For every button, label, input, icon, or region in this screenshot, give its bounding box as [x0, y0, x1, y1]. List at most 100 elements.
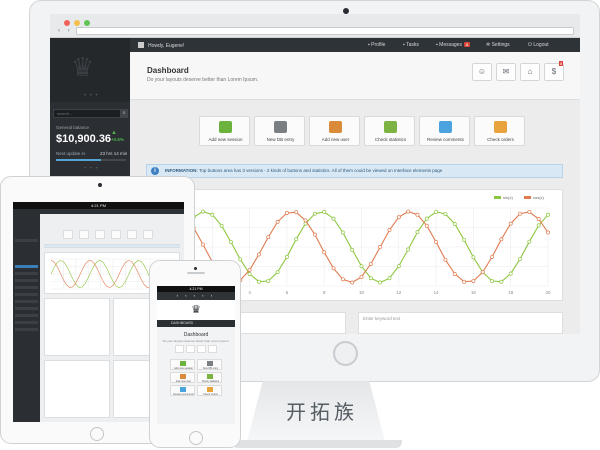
topbar-logout-label: Logout: [533, 42, 549, 48]
check-orders-label: Check orders: [487, 137, 514, 142]
ipad-nav-item[interactable]: [15, 279, 38, 282]
data-point: [256, 252, 261, 257]
add-session-button[interactable]: Add new session: [199, 116, 250, 146]
x-tick-label: 12: [396, 290, 402, 295]
data-point: [396, 264, 401, 269]
new-db-entry-label: New DB entry: [266, 137, 295, 142]
ipad-nav-item[interactable]: [15, 328, 38, 331]
data-point: [228, 240, 233, 244]
ipad-quick-button[interactable]: [111, 230, 121, 239]
users-icon[interactable]: ☺: [472, 63, 492, 81]
ipad-quick-button[interactable]: [95, 230, 105, 239]
ipad-balance-block: [15, 239, 38, 242]
address-bar[interactable]: [76, 27, 574, 35]
check-statistics-button[interactable]: Check statistics: [364, 116, 415, 146]
users-icon[interactable]: [175, 345, 184, 353]
iphone-add-user-button[interactable]: Add new user: [170, 372, 195, 383]
ipad-nav-item[interactable]: [15, 286, 38, 289]
bank-icon[interactable]: [197, 345, 206, 353]
data-point: [406, 209, 411, 214]
data-point: [266, 279, 271, 283]
ipad-nav-item[interactable]: [15, 300, 38, 303]
new-db-entry-button[interactable]: New DB entry: [254, 116, 305, 146]
iphone-review-comments-button[interactable]: Review comments: [170, 385, 195, 396]
ipad-nav-item[interactable]: [15, 314, 38, 317]
data-point: [238, 257, 243, 262]
bar-chart-icon: [207, 374, 213, 379]
topbar-logout[interactable]: ⏻ Logout: [528, 42, 549, 48]
close-window-icon[interactable]: [64, 20, 70, 26]
back-forward-icon[interactable]: ‹ ›: [58, 28, 73, 34]
data-point: [303, 218, 308, 223]
data-point: [387, 228, 392, 232]
data-point: [434, 209, 439, 214]
iphone-add-session-button[interactable]: Add new session: [170, 359, 195, 370]
topbar-settings[interactable]: ✲ Settings: [486, 42, 510, 48]
iphone-check-statistics-button[interactable]: Check statistics: [197, 372, 222, 383]
ipad-nav-item[interactable]: [15, 265, 38, 268]
data-point: [518, 211, 522, 216]
chat-icon[interactable]: ✉: [496, 63, 516, 81]
keyword-input[interactable]: Enter keyword text: [363, 316, 400, 321]
data-point: [536, 217, 541, 221]
iphone-menu-toggle[interactable]: DASHBOARD: [157, 320, 235, 327]
next-update-label: Next update in: [56, 151, 86, 156]
crown-logo-icon: ♛: [71, 52, 95, 82]
iphone-page-subtitle: Do your layouts deserve better than Lore…: [162, 339, 230, 343]
data-point: [443, 212, 448, 216]
sidebar-search-input[interactable]: search...: [53, 109, 127, 118]
maximize-window-icon[interactable]: [84, 20, 90, 26]
ipad-quick-button[interactable]: [63, 230, 73, 239]
ipad-quick-button[interactable]: [143, 230, 153, 239]
user-greeting[interactable]: Howdy, Eugene!: [138, 42, 184, 49]
ipad-sidebar: [13, 209, 40, 422]
iphone-check-orders-button[interactable]: Check orders: [197, 385, 222, 396]
data-point: [247, 268, 252, 272]
data-point: [340, 277, 345, 282]
data-point: [219, 223, 224, 228]
data-point: [256, 279, 261, 284]
notification-badge: 8: [559, 61, 564, 66]
data-point: [518, 257, 522, 262]
chat-icon[interactable]: [186, 345, 195, 353]
data-point: [396, 215, 401, 220]
dots-divider: • • •: [84, 166, 99, 172]
add-user-button[interactable]: Add new user: [309, 116, 360, 146]
data-point: [424, 223, 429, 228]
x-tick-label: 16: [471, 290, 477, 295]
ipad-quick-button[interactable]: [79, 230, 89, 239]
user-greeting-text: Howdy, Eugene!: [148, 43, 185, 49]
search-icon[interactable]: ⌕: [120, 109, 128, 118]
data-point: [471, 279, 476, 283]
avatar: [138, 42, 144, 48]
iphone-logo: ♛: [157, 300, 235, 320]
topbar-messages[interactable]: ▪ Messages 8: [436, 42, 471, 48]
comment-icon: [180, 387, 186, 392]
camera-icon: [194, 267, 197, 270]
data-point: [322, 209, 327, 214]
data-point: [378, 280, 383, 285]
camera-icon: [98, 183, 102, 187]
ipad-nav-item[interactable]: [15, 321, 38, 324]
top-bar: Howdy, Eugene! ▪ Profile ▪ Tasks ▪ Messa…: [130, 38, 580, 52]
bank-icon[interactable]: ⌂: [520, 63, 540, 81]
topbar-profile[interactable]: ▪ Profile: [368, 42, 385, 48]
x-tick-label: 18: [508, 290, 514, 295]
money-icon[interactable]: [208, 345, 217, 353]
plus-icon: [180, 361, 186, 366]
review-comments-button[interactable]: Review comments: [419, 116, 470, 146]
ipad-quick-button[interactable]: [127, 230, 137, 239]
balance-label: General balance: [56, 125, 90, 130]
user-add-icon: [180, 374, 186, 379]
check-orders-button[interactable]: Check orders: [474, 116, 525, 146]
data-point: [322, 250, 327, 255]
iphone-check-statistics-label: Check statistics: [201, 380, 220, 383]
messages-badge: 8: [463, 42, 471, 47]
ipad-nav-item[interactable]: [15, 272, 38, 275]
info-alert-strong: INFORMATION:: [165, 168, 198, 173]
minimize-window-icon[interactable]: [74, 20, 80, 26]
iphone-new-db-entry-button[interactable]: New DB entry: [197, 359, 222, 370]
ipad-nav-item[interactable]: [15, 307, 38, 310]
ipad-nav-item[interactable]: [15, 293, 38, 296]
topbar-tasks[interactable]: ▪ Tasks: [403, 42, 419, 48]
